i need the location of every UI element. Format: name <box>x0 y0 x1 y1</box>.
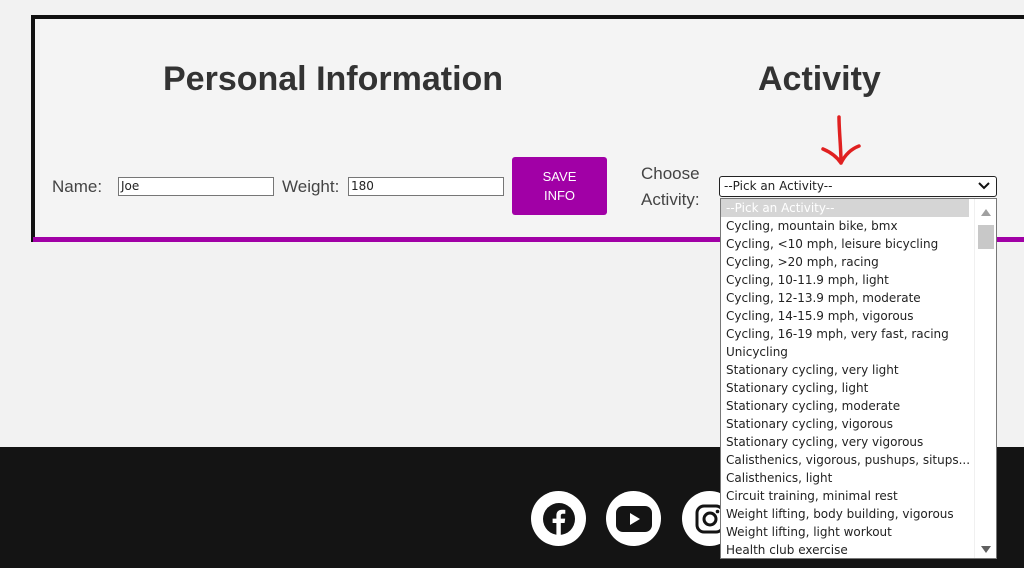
save-info-button[interactable]: SAVE INFO <box>512 157 607 215</box>
activity-option[interactable]: Cycling, 10-11.9 mph, light <box>721 271 969 289</box>
save-button-line1: SAVE <box>542 169 577 184</box>
activity-select-value: --Pick an Activity-- <box>724 179 833 193</box>
activity-dropdown-list[interactable]: --Pick an Activity-- Cycling, mountain bi… <box>720 198 997 559</box>
youtube-icon <box>615 505 652 532</box>
activity-option[interactable]: Cycling, 14-15.9 mph, vigorous <box>721 307 969 325</box>
weight-input[interactable]: 180 <box>348 177 504 196</box>
activity-select[interactable]: --Pick an Activity-- <box>719 176 997 197</box>
activity-option[interactable]: Health club exercise <box>721 541 969 558</box>
name-input[interactable]: Joe <box>118 177 274 196</box>
weight-label: Weight: <box>282 177 340 196</box>
save-button-line2: INFO <box>543 188 576 203</box>
youtube-link[interactable] <box>606 491 661 546</box>
activity-label: Activity: <box>641 190 700 209</box>
activity-option[interactable]: Calisthenics, light <box>721 469 969 487</box>
facebook-link[interactable] <box>531 491 586 546</box>
name-label: Name: <box>52 177 103 196</box>
scroll-down-arrow-icon[interactable] <box>980 544 992 554</box>
activity-option[interactable]: Cycling, 16-19 mph, very fast, racing <box>721 325 969 343</box>
dropdown-scrollbar[interactable] <box>974 199 996 558</box>
activity-option[interactable]: Cycling, mountain bike, bmx <box>721 217 969 235</box>
activity-option[interactable]: Circuit training, minimal rest <box>721 487 969 505</box>
activity-option[interactable]: Weight lifting, light workout <box>721 523 969 541</box>
choose-label: Choose <box>641 164 700 183</box>
activity-heading: Activity <box>758 60 881 98</box>
annotation-arrow-icon <box>821 115 861 165</box>
activity-option[interactable]: --Pick an Activity-- <box>721 199 969 217</box>
activity-option[interactable]: Stationary cycling, vigorous <box>721 415 969 433</box>
facebook-icon <box>542 502 575 535</box>
activity-option[interactable]: Stationary cycling, very vigorous <box>721 433 969 451</box>
activity-option[interactable]: Cycling, 12-13.9 mph, moderate <box>721 289 969 307</box>
page: Personal Information Activity Name: Joe … <box>0 0 1024 568</box>
personal-information-heading: Personal Information <box>163 60 504 98</box>
activity-options: --Pick an Activity-- Cycling, mountain bi… <box>721 199 969 558</box>
scroll-up-arrow-icon[interactable] <box>980 207 992 217</box>
activity-option[interactable]: Stationary cycling, light <box>721 379 969 397</box>
activity-option[interactable]: Stationary cycling, very light <box>721 361 969 379</box>
scroll-thumb[interactable] <box>978 225 994 249</box>
activity-option[interactable]: Cycling, >20 mph, racing <box>721 253 969 271</box>
activity-option[interactable]: Calisthenics, vigorous, pushups, situps.… <box>721 451 969 469</box>
activity-option[interactable]: Weight lifting, body building, vigorous <box>721 505 969 523</box>
activity-option[interactable]: Cycling, <10 mph, leisure bicycling <box>721 235 969 253</box>
activity-option[interactable]: Stationary cycling, moderate <box>721 397 969 415</box>
activity-option[interactable]: Unicycling <box>721 343 969 361</box>
chevron-down-icon <box>978 182 990 190</box>
